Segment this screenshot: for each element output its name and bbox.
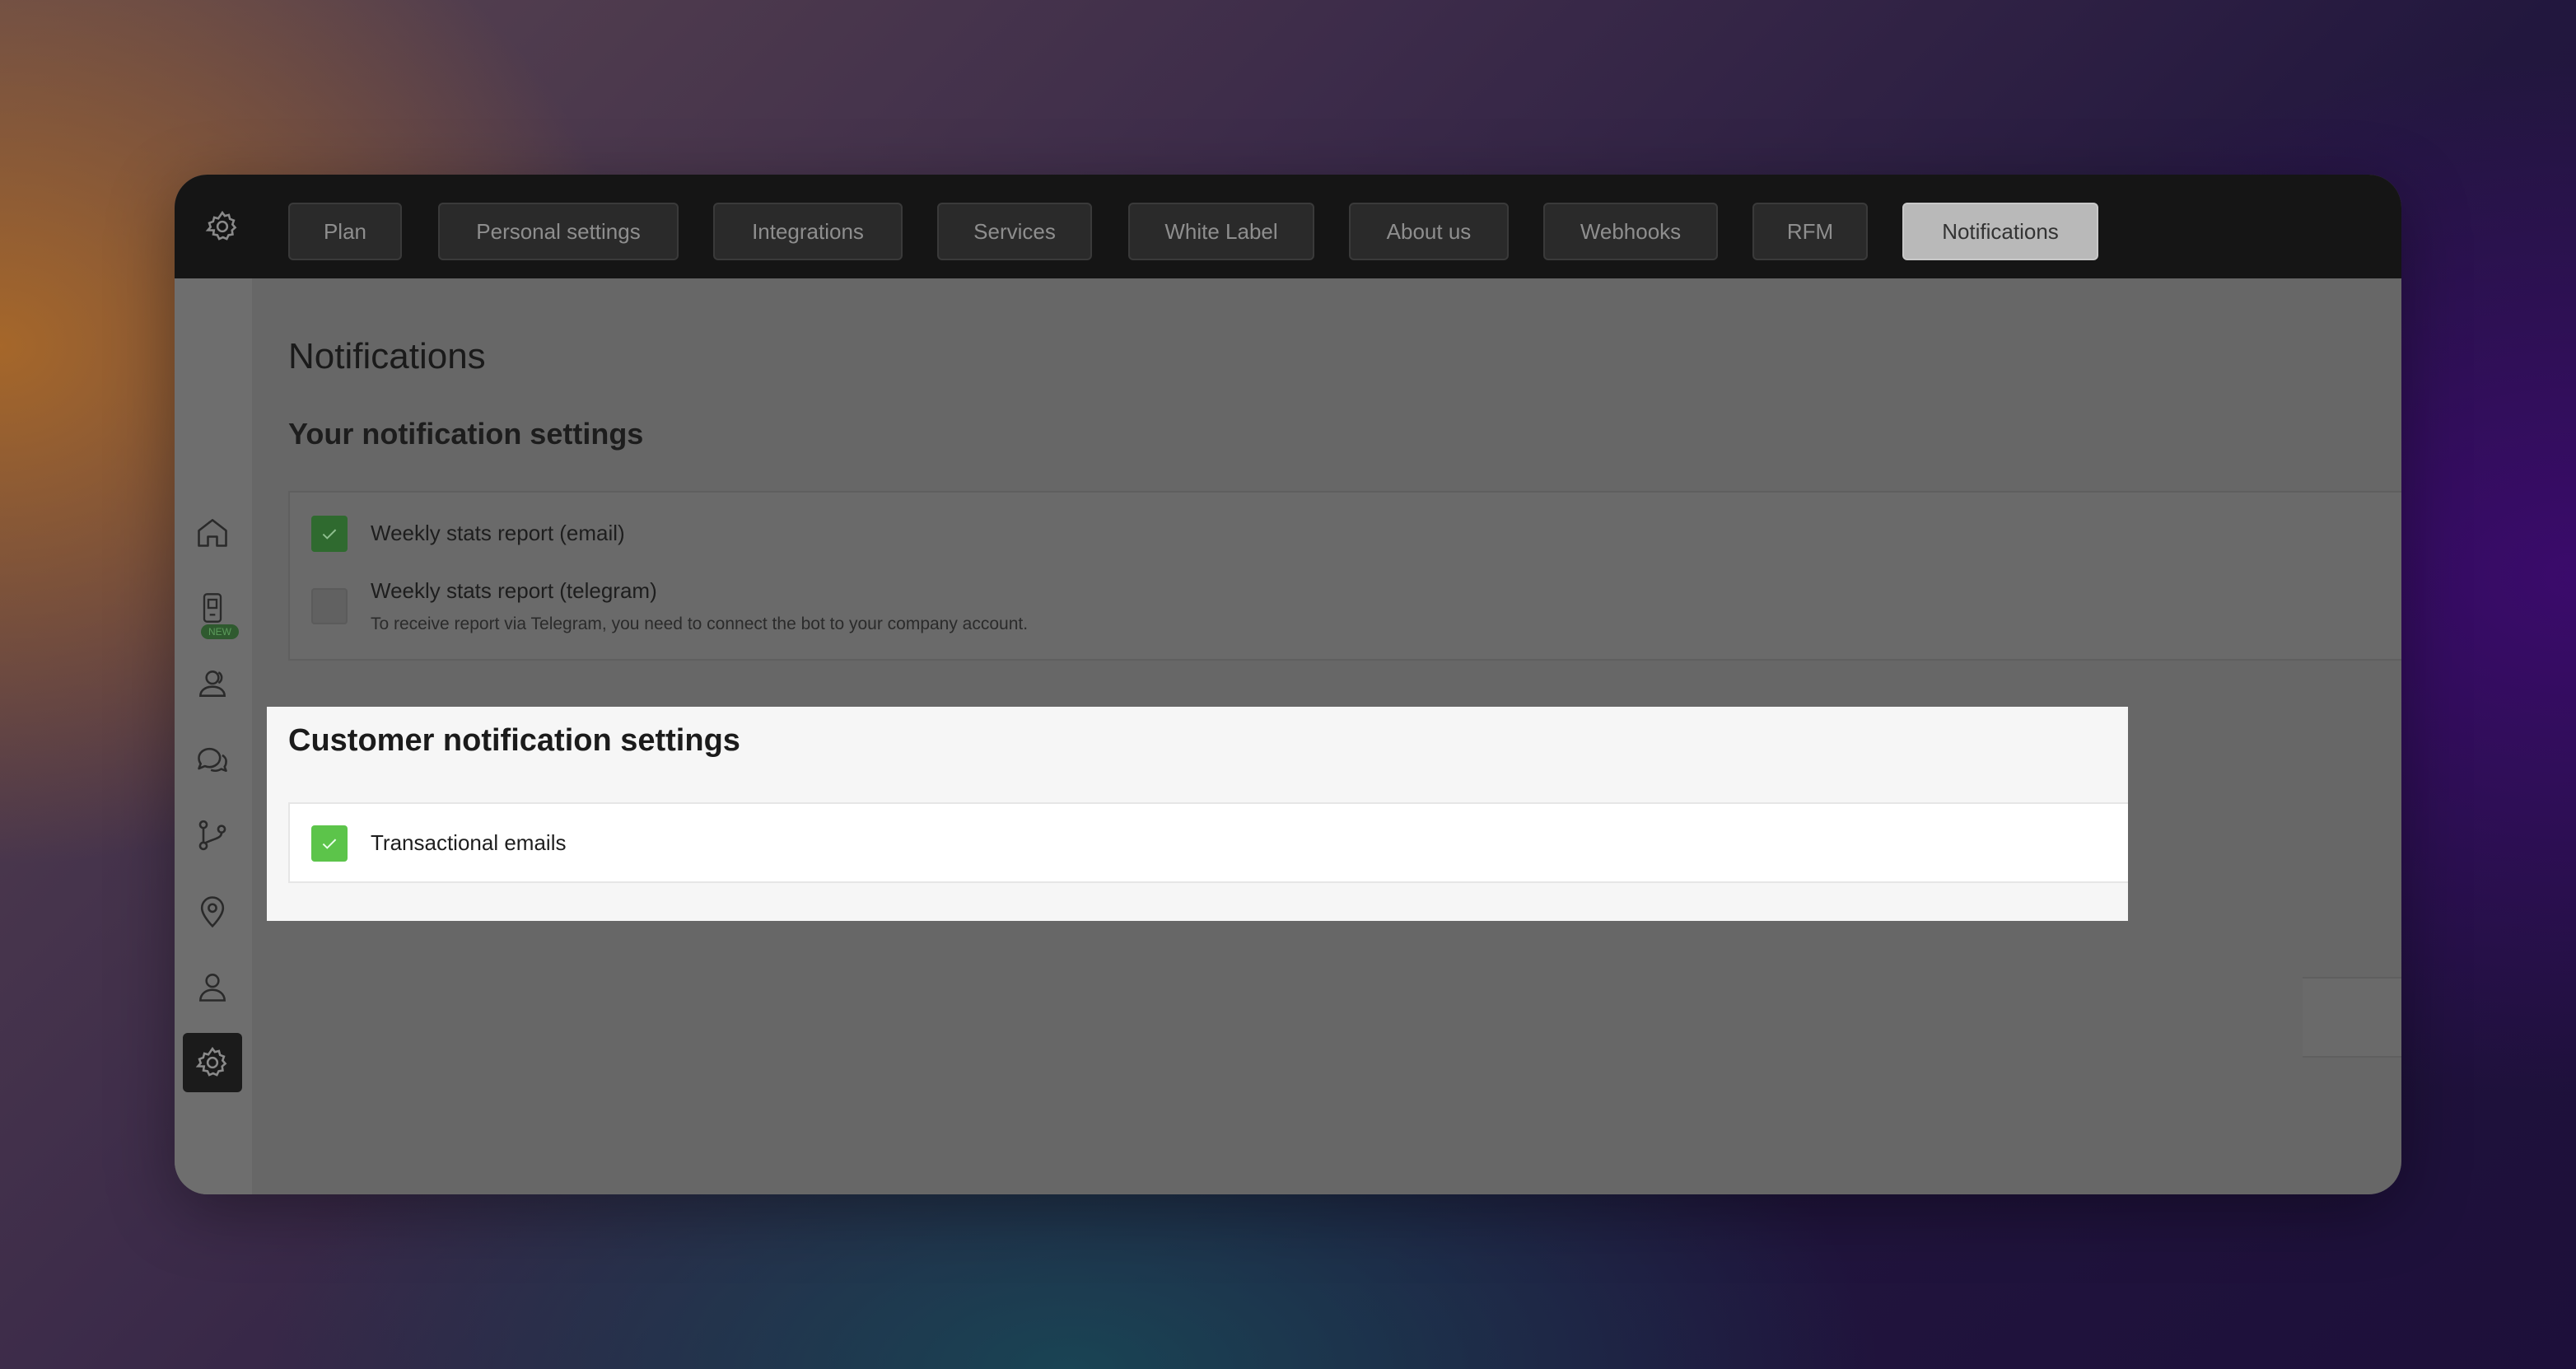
page-title: Notifications bbox=[288, 336, 486, 376]
your-notification-settings-title: Your notification settings bbox=[288, 417, 644, 451]
weekly-email-label: Weekly stats report (email) bbox=[371, 521, 625, 545]
weekly-telegram-note: To receive report via Telegram, you need… bbox=[371, 614, 1029, 633]
your-notification-settings-panel: Weekly stats report (email) Weekly stats… bbox=[288, 491, 2401, 661]
transactional-emails-checkbox[interactable] bbox=[311, 825, 348, 862]
home-icon[interactable] bbox=[183, 502, 242, 562]
transactional-emails-label: Transactional emails bbox=[371, 830, 567, 855]
top-navigation-bar: Plan Personal settings Integrations Serv… bbox=[175, 175, 2401, 278]
customer-notification-settings-title: Customer notification settings bbox=[288, 723, 740, 758]
transactional-emails-row: Transactional emails bbox=[288, 802, 2128, 883]
app-window: Plan Personal settings Integrations Serv… bbox=[175, 175, 2401, 1194]
gear-icon[interactable] bbox=[193, 197, 252, 256]
tab-notifications[interactable]: Notifications bbox=[1902, 203, 2098, 260]
new-badge: NEW bbox=[201, 624, 239, 639]
settings-gear-icon[interactable] bbox=[183, 1033, 242, 1092]
chat-icon[interactable] bbox=[183, 730, 242, 789]
customer-notification-settings-section: Customer notification settings Transacti… bbox=[267, 707, 2128, 921]
checkmark-icon bbox=[322, 529, 337, 540]
customers-icon[interactable] bbox=[183, 654, 242, 713]
weekly-email-checkbox[interactable] bbox=[311, 516, 348, 552]
tab-plan[interactable]: Plan bbox=[288, 203, 402, 260]
tab-webhooks[interactable]: Webhooks bbox=[1543, 203, 1718, 260]
weekly-telegram-checkbox[interactable] bbox=[311, 588, 348, 624]
tab-rfm[interactable]: RFM bbox=[1752, 203, 1868, 260]
sidebar: NEW bbox=[175, 278, 252, 1194]
tab-about-us[interactable]: About us bbox=[1349, 203, 1509, 260]
customer-panel-overflow bbox=[2303, 977, 2401, 1058]
user-icon[interactable] bbox=[183, 957, 242, 1016]
checkmark-icon bbox=[322, 839, 337, 849]
location-pin-icon[interactable] bbox=[183, 881, 242, 941]
mobile-app-icon[interactable]: NEW bbox=[183, 578, 242, 639]
weekly-telegram-label: Weekly stats report (telegram) bbox=[371, 578, 657, 603]
tab-personal-settings[interactable]: Personal settings bbox=[438, 203, 679, 260]
tab-services[interactable]: Services bbox=[937, 203, 1092, 260]
tab-white-label[interactable]: White Label bbox=[1128, 203, 1314, 260]
branch-icon[interactable] bbox=[183, 806, 242, 865]
tab-integrations[interactable]: Integrations bbox=[713, 203, 903, 260]
